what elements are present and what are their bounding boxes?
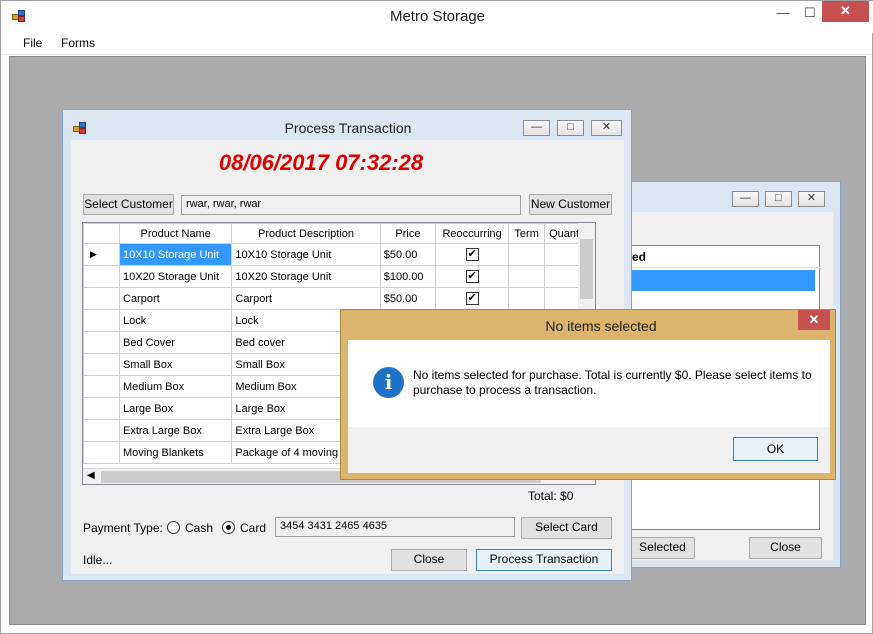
price-cell[interactable]: $100.00: [379, 265, 437, 288]
term-cell[interactable]: [508, 265, 546, 288]
close-button[interactable]: Close: [391, 549, 467, 571]
row-header[interactable]: [83, 287, 120, 310]
select-card-button[interactable]: Select Card: [521, 517, 612, 539]
close-icon[interactable]: ✕: [798, 310, 830, 330]
term-cell[interactable]: [508, 243, 546, 266]
close-icon[interactable]: ✕: [798, 191, 825, 207]
column-header[interactable]: Product Description: [231, 223, 381, 244]
product-name-cell[interactable]: Carport: [118, 287, 233, 310]
product-name-cell[interactable]: 10X20 Storage Unit: [118, 265, 233, 288]
dialog-title: No items selected: [545, 318, 657, 334]
card-label[interactable]: Card: [240, 521, 266, 535]
close-icon[interactable]: ✕: [822, 1, 869, 22]
product-name-cell[interactable]: Extra Large Box: [118, 419, 233, 442]
window-title: Metro Storage: [389, 8, 486, 25]
radio-selected-dot: [226, 525, 231, 530]
close-icon[interactable]: ✕: [591, 120, 622, 136]
maximize-icon[interactable]: □: [557, 120, 584, 136]
minimize-icon[interactable]: —: [523, 120, 550, 136]
card-number-field[interactable]: 3454 3431 2465 4635: [275, 517, 515, 537]
current-row-arrow-icon: ▶: [90, 249, 97, 259]
message-dialog[interactable]: No items selected ✕ i No items selected …: [340, 309, 836, 480]
product-name-cell[interactable]: Bed Cover: [118, 331, 233, 354]
close-button[interactable]: Close: [749, 537, 822, 559]
grid-header: ed: [632, 250, 820, 268]
process-transaction-button[interactable]: Process Transaction: [476, 549, 612, 571]
main-titlebar[interactable]: Metro Storage — ☐ ✕: [1, 1, 873, 33]
total-display: Total: $0: [528, 489, 573, 503]
product-description-cell[interactable]: Carport: [231, 287, 381, 310]
selected-button[interactable]: Selected: [630, 537, 695, 559]
reoccurring-checkbox[interactable]: ✔: [465, 248, 479, 261]
row-header[interactable]: [83, 419, 120, 442]
product-name-cell[interactable]: 10X10 Storage Unit: [118, 243, 233, 266]
table-row[interactable]: Carport Carport $50.00 ✔: [83, 287, 595, 310]
product-name-cell[interactable]: Moving Blankets: [118, 441, 233, 464]
scrollbar-thumb[interactable]: [580, 239, 593, 299]
row-header-corner: [83, 223, 120, 244]
product-name-cell[interactable]: Large Box: [118, 397, 233, 420]
dialog-client: i No items selected for purchase. Total …: [348, 340, 830, 473]
maximize-icon[interactable]: □: [765, 191, 792, 207]
row-header[interactable]: [83, 331, 120, 354]
product-name-cell[interactable]: Lock: [118, 309, 233, 332]
row-header[interactable]: [83, 441, 120, 464]
card-radio[interactable]: [222, 521, 235, 534]
product-name-cell[interactable]: Medium Box: [118, 375, 233, 398]
new-customer-button[interactable]: New Customer: [529, 194, 612, 215]
dialog-message: No items selected for purchase. Total is…: [413, 368, 812, 397]
minimize-icon[interactable]: —: [732, 191, 759, 207]
ok-button[interactable]: OK: [733, 437, 818, 461]
maximize-icon[interactable]: ☐: [798, 3, 822, 24]
row-header[interactable]: ▶: [83, 243, 120, 266]
scroll-left-icon[interactable]: ◀: [87, 470, 95, 481]
price-cell[interactable]: $50.00: [379, 287, 437, 310]
reoccurring-cell[interactable]: ✔: [435, 265, 510, 288]
datetime-label: 08/06/2017 07:32:28: [218, 150, 424, 175]
info-icon: i: [373, 367, 404, 398]
row-header[interactable]: [83, 309, 120, 332]
column-header[interactable]: Term: [508, 223, 546, 244]
grid-header-label: ed: [632, 250, 647, 264]
column-header[interactable]: Price: [379, 223, 437, 244]
table-row[interactable]: [632, 270, 815, 291]
row-header[interactable]: [83, 265, 120, 288]
reoccurring-checkbox[interactable]: ✔: [465, 292, 479, 305]
menu-forms[interactable]: Forms: [61, 36, 95, 50]
reoccurring-cell[interactable]: ✔: [435, 287, 510, 310]
payment-type-label: Payment Type:: [83, 521, 163, 535]
row-header[interactable]: [83, 397, 120, 420]
reoccurring-checkbox[interactable]: ✔: [465, 270, 479, 283]
product-description-cell[interactable]: 10X10 Storage Unit: [231, 243, 381, 266]
status-label: Idle...: [83, 553, 113, 567]
menu-file[interactable]: File: [23, 36, 42, 50]
minimize-icon[interactable]: —: [771, 3, 795, 24]
column-header[interactable]: Reoccurring: [435, 223, 510, 244]
cash-label[interactable]: Cash: [185, 521, 213, 535]
product-name-cell[interactable]: Small Box: [118, 353, 233, 376]
row-header[interactable]: [83, 353, 120, 376]
row-header[interactable]: [83, 375, 120, 398]
table-row[interactable]: 10X20 Storage Unit 10X20 Storage Unit $100…: [83, 265, 595, 288]
column-header[interactable]: Product Name: [118, 223, 233, 244]
select-customer-button[interactable]: Select Customer: [83, 194, 174, 215]
cash-radio[interactable]: [167, 521, 180, 534]
reoccurring-cell[interactable]: ✔: [435, 243, 510, 266]
table-row[interactable]: ▶ 10X10 Storage Unit 10X10 Storage Unit $50…: [83, 243, 595, 266]
price-cell[interactable]: $50.00: [379, 243, 437, 266]
product-description-cell[interactable]: 10X20 Storage Unit: [231, 265, 381, 288]
total-value: $0: [560, 489, 574, 503]
customer-field[interactable]: rwar, rwar, rwar: [181, 195, 521, 215]
term-cell[interactable]: [508, 287, 546, 310]
total-label: Total:: [528, 489, 557, 503]
table-header-row: Product Name Product Description Price R…: [83, 223, 595, 244]
menubar: File Forms: [1, 33, 872, 55]
